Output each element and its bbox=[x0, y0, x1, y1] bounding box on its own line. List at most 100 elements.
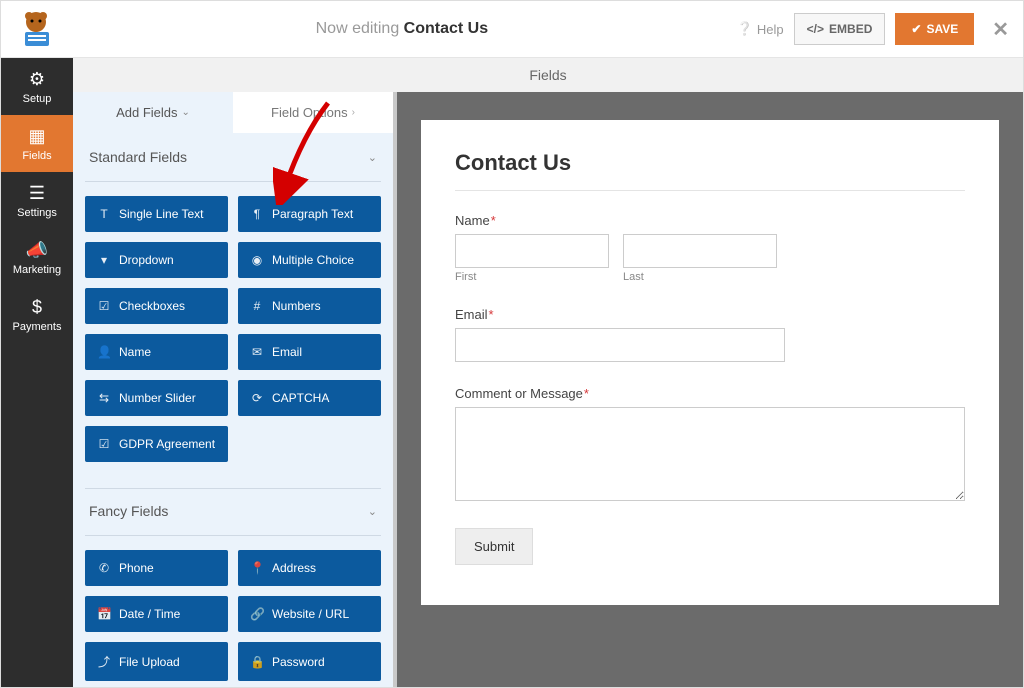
rail-label: Payments bbox=[13, 321, 62, 333]
sliders-icon: ☰ bbox=[29, 184, 45, 202]
field-type-label: Single Line Text bbox=[119, 207, 204, 221]
field-btn-address[interactable]: 📍 Address bbox=[238, 550, 381, 586]
section-fancy-fields[interactable]: Fancy Fields ⌄ bbox=[85, 503, 381, 529]
field-type-label: Paragraph Text bbox=[272, 207, 353, 221]
rail-item-payments[interactable]: $ Payments bbox=[1, 286, 73, 343]
field-btn-phone[interactable]: ✆Phone bbox=[85, 550, 228, 586]
field-type-icon: # bbox=[250, 299, 264, 313]
field-type-label: Phone bbox=[119, 561, 154, 575]
gear-icon: ⚙ bbox=[29, 70, 45, 88]
close-icon[interactable]: ✕ bbox=[992, 17, 1009, 42]
divider bbox=[85, 488, 381, 489]
chevron-right-icon: › bbox=[352, 107, 355, 118]
field-type-icon: 📅 bbox=[97, 607, 111, 621]
divider bbox=[85, 535, 381, 536]
field-btn-captcha[interactable]: ⟳CAPTCHA bbox=[238, 380, 381, 416]
comment-textarea[interactable] bbox=[455, 407, 965, 501]
field-type-label: File Upload bbox=[119, 655, 180, 669]
tab-field-options[interactable]: Field Options › bbox=[233, 92, 393, 133]
field-btn-gdpr-agreement[interactable]: ☑GDPR Agreement bbox=[85, 426, 228, 462]
left-rail: ⚙ Setup ▦ Fields ☰ Settings 📣 Marketing … bbox=[1, 58, 73, 687]
section-standard-fields[interactable]: Standard Fields ⌄ bbox=[85, 133, 381, 175]
field-btn-single-line-text[interactable]: T Single Line Text bbox=[85, 196, 228, 232]
field-btn-file-upload[interactable]: ⤴File Upload bbox=[85, 642, 228, 681]
field-btn-dropdown[interactable]: ▾ Dropdown bbox=[85, 242, 228, 278]
email-input[interactable] bbox=[455, 328, 785, 362]
fields-scroll[interactable]: Standard Fields ⌄ T Single Line Text ¶Para… bbox=[73, 133, 393, 687]
editing-prefix: Now editing bbox=[316, 20, 400, 37]
save-label: SAVE bbox=[926, 22, 958, 36]
label-text: Email bbox=[455, 307, 488, 322]
field-type-label: Email bbox=[272, 345, 302, 359]
embed-label: EMBED bbox=[829, 22, 872, 36]
rail-item-settings[interactable]: ☰ Settings bbox=[1, 172, 73, 229]
form-preview[interactable]: Contact Us Name* First bbox=[421, 120, 999, 605]
required-mark: * bbox=[491, 213, 496, 228]
field-name[interactable]: Name* First Last bbox=[455, 213, 965, 283]
field-type-label: Number Slider bbox=[119, 391, 196, 405]
field-type-icon: ⇆ bbox=[97, 391, 111, 405]
field-label: Comment or Message* bbox=[455, 386, 965, 401]
field-type-label: Address bbox=[272, 561, 316, 575]
field-type-icon: T bbox=[97, 207, 111, 221]
fields-icon: ▦ bbox=[28, 127, 45, 145]
top-actions: ❔ Help </> EMBED ✔ SAVE ✕ bbox=[737, 13, 1009, 45]
sublabel-first: First bbox=[455, 271, 609, 283]
field-type-icon: 📍 bbox=[250, 561, 264, 575]
divider bbox=[455, 190, 965, 191]
rail-item-marketing[interactable]: 📣 Marketing bbox=[1, 229, 73, 286]
section-title: Standard Fields bbox=[89, 149, 187, 165]
field-email[interactable]: Email* bbox=[455, 307, 965, 362]
label-text: Comment or Message bbox=[455, 386, 583, 401]
check-icon: ✔ bbox=[911, 22, 921, 36]
submit-button[interactable]: Submit bbox=[455, 528, 533, 565]
workspace: ⚙ Setup ▦ Fields ☰ Settings 📣 Marketing … bbox=[1, 58, 1023, 687]
editing-title: Now editing Contact Us bbox=[67, 20, 737, 38]
rail-label: Fields bbox=[22, 150, 51, 162]
field-type-label: GDPR Agreement bbox=[119, 437, 215, 451]
standard-fields-grid: T Single Line Text ¶Paragraph Text ▾ Dropdow… bbox=[85, 196, 381, 462]
preview-canvas: Contact Us Name* First bbox=[397, 92, 1023, 687]
chevron-down-icon: ⌄ bbox=[182, 107, 190, 118]
field-label: Email* bbox=[455, 307, 965, 322]
field-btn-name[interactable]: 👤Name bbox=[85, 334, 228, 370]
field-btn-numbers[interactable]: #Numbers bbox=[238, 288, 381, 324]
field-btn-password[interactable]: 🔒Password bbox=[238, 642, 381, 681]
required-mark: * bbox=[584, 386, 589, 401]
app-logo bbox=[15, 8, 57, 50]
embed-button[interactable]: </> EMBED bbox=[794, 13, 886, 45]
fields-sidebar: Add Fields ⌄ Field Options › Standard Fi… bbox=[73, 92, 397, 687]
tab-add-fields[interactable]: Add Fields ⌄ bbox=[73, 92, 233, 133]
field-type-icon: ▾ bbox=[97, 253, 111, 267]
field-type-label: Website / URL bbox=[272, 607, 349, 621]
field-btn-checkboxes[interactable]: ☑Checkboxes bbox=[85, 288, 228, 324]
dollar-icon: $ bbox=[32, 298, 42, 316]
fancy-fields-grid: ✆Phone 📍 Address 📅 Date / Time 🔗Website / URL… bbox=[85, 550, 381, 681]
field-btn-email[interactable]: ✉Email bbox=[238, 334, 381, 370]
field-btn-multiple-choice[interactable]: ◉Multiple Choice bbox=[238, 242, 381, 278]
rail-item-fields[interactable]: ▦ Fields bbox=[1, 115, 73, 172]
required-mark: * bbox=[489, 307, 494, 322]
fields-header: Fields bbox=[73, 58, 1023, 92]
rail-item-setup[interactable]: ⚙ Setup bbox=[1, 58, 73, 115]
field-btn-website-url[interactable]: 🔗Website / URL bbox=[238, 596, 381, 632]
rail-label: Settings bbox=[17, 207, 57, 219]
label-text: Name bbox=[455, 213, 490, 228]
field-type-label: Date / Time bbox=[119, 607, 180, 621]
field-btn-paragraph-text[interactable]: ¶Paragraph Text bbox=[238, 196, 381, 232]
field-btn-number-slider[interactable]: ⇆ Number Slider bbox=[85, 380, 228, 416]
code-icon: </> bbox=[807, 22, 824, 36]
help-link[interactable]: ❔ Help bbox=[737, 21, 784, 37]
first-name-input[interactable] bbox=[455, 234, 609, 268]
field-type-label: Dropdown bbox=[119, 253, 174, 267]
field-comment[interactable]: Comment or Message* bbox=[455, 386, 965, 504]
save-button[interactable]: ✔ SAVE bbox=[895, 13, 974, 45]
tab-label: Field Options bbox=[271, 105, 348, 120]
last-name-input[interactable] bbox=[623, 234, 777, 268]
sidebar-tabs: Add Fields ⌄ Field Options › bbox=[73, 92, 393, 133]
divider bbox=[85, 181, 381, 182]
field-type-icon: ☑ bbox=[97, 299, 111, 313]
section-title: Fancy Fields bbox=[89, 503, 168, 519]
field-btn-date-time[interactable]: 📅 Date / Time bbox=[85, 596, 228, 632]
rail-label: Marketing bbox=[13, 264, 61, 276]
